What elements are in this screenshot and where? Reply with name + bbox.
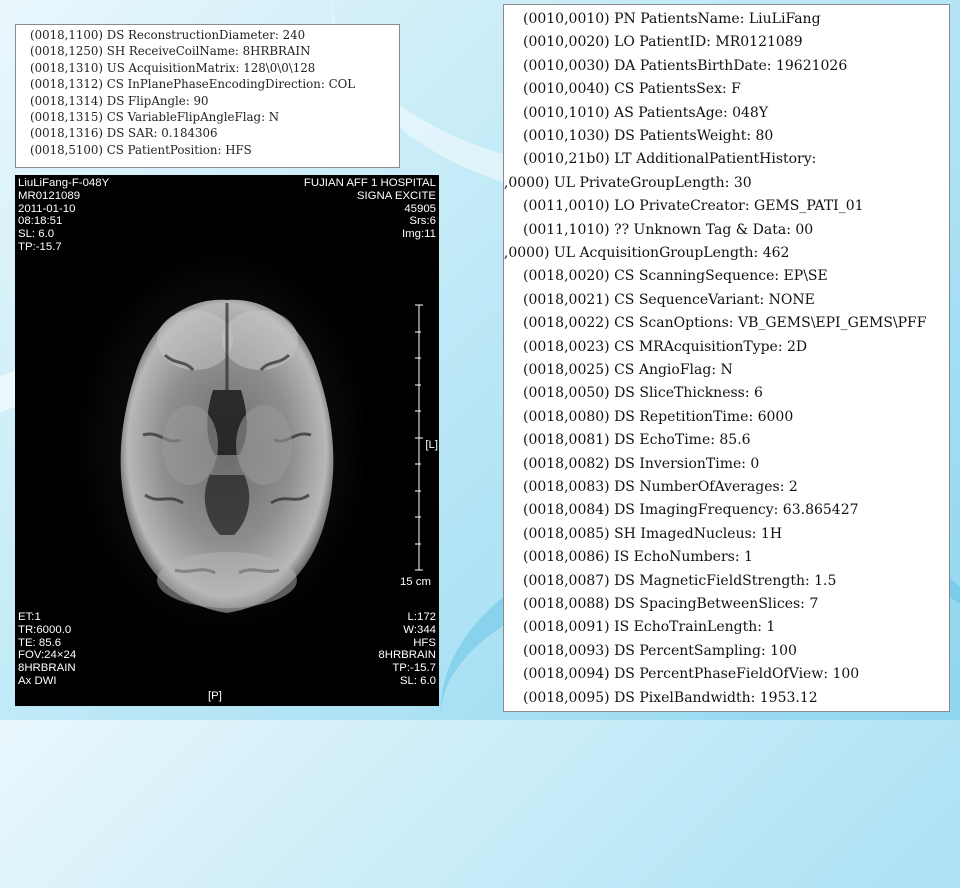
overlay-line: 45905 xyxy=(404,202,436,215)
dicom-tag-line: (0018,0082) DS InversionTime: 0 xyxy=(523,455,760,472)
overlay-line: ET:1 xyxy=(18,611,41,623)
overlay-line: FUJIAN AFF 1 HOSPITAL xyxy=(303,177,436,189)
overlay-line: MR0121089 xyxy=(18,189,81,202)
overlay-line: SL: 6.0 xyxy=(399,674,436,687)
overlay-line: TP:-15.7 xyxy=(392,662,436,675)
dicom-tag-line: (0010,21b0) LT AdditionalPatientHistory: xyxy=(523,151,817,168)
dicom-header-panel-right: (0010,0010) PN PatientsName: LiuLiFang (0… xyxy=(503,4,950,712)
dicom-tag-line: 8,0000) UL AcquisitionGroupLength: 462 xyxy=(503,245,790,261)
scale-label: 15 cm xyxy=(399,576,431,588)
overlay-line: L:172 xyxy=(407,611,436,623)
dicom-tag-line: (0018,1310) US AcquisitionMatrix: 128\0\… xyxy=(30,60,316,75)
dicom-tag-line: (0018,0095) DS PixelBandwidth: 1953.12 xyxy=(523,689,818,706)
dicom-tag-line: (0018,0087) DS MagneticFieldStrength: 1.… xyxy=(523,572,837,589)
dicom-tag-line: (0018,0023) CS MRAcquisitionType: 2D xyxy=(523,338,808,355)
overlay-line: 2011-01-10 xyxy=(18,202,76,215)
overlay-line: FOV:24×24 xyxy=(18,649,77,662)
overlay-line: HFS xyxy=(413,636,436,649)
dicom-tag-line: (0018,0088) DS SpacingBetweenSlices: 7 xyxy=(523,596,819,612)
dicom-tag-line: (0018,0093) DS PercentSampling: 100 xyxy=(523,642,797,659)
dicom-tag-line: (0018,0085) SH ImagedNucleus: 1H xyxy=(523,525,783,542)
overlay-line: 8HRBRAIN xyxy=(378,649,436,662)
dicom-tag-line: (0018,0094) DS PercentPhaseFieldOfView: … xyxy=(523,666,860,683)
dicom-tag-line: (0018,1315) CS VariableFlipAngleFlag: N xyxy=(30,110,280,125)
overlay-line: SL: 6.0 xyxy=(18,228,55,241)
overlay-line: TP:-15.7 xyxy=(18,240,62,253)
overlay-window-info: L:172 W:344 HFS 8HRBRAIN TP:-15.7 SL: 6.0 xyxy=(378,611,436,688)
dicom-tag-line: (0018,0086) IS EchoNumbers: 1 xyxy=(523,549,753,566)
overlay-site-info: FUJIAN AFF 1 HOSPITAL SIGNA EXCITE 45905 Sr… xyxy=(304,177,436,241)
dicom-tag-line: 1,0000) UL PrivateGroupLength: 30 xyxy=(503,174,752,191)
dicom-tag-line: (0018,1250) SH ReceiveCoilName: 8HRBRAIN xyxy=(30,44,311,59)
mri-image-viewer[interactable]: LiuLiFang-F-048Y MR0121089 2011-01-10 08:18… xyxy=(15,175,439,706)
overlay-line: W:344 xyxy=(403,623,436,636)
dicom-tag-line: (0018,0083) DS NumberOfAverages: 2 xyxy=(523,479,798,495)
overlay-patient-info: LiuLiFang-F-048Y MR0121089 2011-01-10 08:18… xyxy=(18,177,109,254)
overlay-line: TE: 85.6 xyxy=(18,636,62,649)
dicom-tag-line: (0018,5100) CS PatientPosition: HFS xyxy=(30,142,252,157)
dicom-tag-line: (0018,0025) CS AngioFlag: N xyxy=(523,362,733,378)
brain-dwi-image xyxy=(15,175,439,706)
dicom-tag-line: (0018,0084) DS ImagingFrequency: 63.8654… xyxy=(523,502,859,519)
dicom-tag-line: (0010,0020) LO PatientID: MR0121089 xyxy=(523,34,803,51)
overlay-line: LiuLiFang-F-048Y xyxy=(18,177,110,189)
dicom-tag-line: (0018,0021) CS SequenceVariant: NONE xyxy=(523,291,815,308)
dicom-tag-line: (0010,0030) DA PatientsBirthDate: 196210… xyxy=(523,57,848,74)
dicom-tag-line: (0010,0040) CS PatientsSex: F xyxy=(523,81,741,98)
dicom-header-panel-top: (0018,1100) DS ReconstructionDiameter: 2… xyxy=(15,24,400,168)
dicom-tag-line: (0018,0050) DS SliceThickness: 6 xyxy=(523,385,763,402)
overlay-line: TR:6000.0 xyxy=(18,623,72,636)
dicom-tag-line: (0018,0020) CS ScanningSequence: EP\SE xyxy=(523,268,828,285)
dicom-tag-line: (0018,0080) DS RepetitionTime: 6000 xyxy=(523,408,794,425)
overlay-line: Ax DWI xyxy=(18,674,57,687)
dicom-tag-line: (0010,1030) DS PatientsWeight: 80 xyxy=(523,128,774,144)
overlay-sequence-info: ET:1 TR:6000.0 TE: 85.6 FOV:24×24 8HRBRAIN Ax… xyxy=(18,611,76,688)
overlay-line: Srs:6 xyxy=(409,215,436,228)
overlay-line: Img:11 xyxy=(402,228,436,241)
dicom-tag-line: (0018,0022) CS ScanOptions: VB_GEMS\EPI_… xyxy=(523,315,927,332)
dicom-tag-line: (0018,1316) DS SAR: 0.184306 xyxy=(30,126,218,141)
orientation-marker-posterior: [P] xyxy=(208,690,222,702)
overlay-line: SIGNA EXCITE xyxy=(356,189,436,202)
dicom-tag-line: (0018,1100) DS ReconstructionDiameter: 2… xyxy=(30,28,306,42)
overlay-line: 08:18:51 xyxy=(18,215,63,228)
dicom-tag-line: (0018,0091) IS EchoTrainLength: 1 xyxy=(523,619,776,636)
orientation-marker-left: [L] xyxy=(425,439,438,451)
dicom-tag-line: (0018,1314) DS FlipAngle: 90 xyxy=(30,93,209,108)
overlay-line: 8HRBRAIN xyxy=(18,662,76,675)
dicom-tag-line: (0010,1010) AS PatientsAge: 048Y xyxy=(523,104,769,121)
dicom-tag-line: (0011,0010) LO PrivateCreator: GEMS_PATI… xyxy=(523,198,864,215)
dicom-tag-line: (0018,1312) CS InPlanePhaseEncodingDirec… xyxy=(30,77,356,92)
dicom-tag-line: (0011,1010) ?? Unknown Tag & Data: 00 xyxy=(523,221,814,238)
dicom-tag-line: (0010,0010) PN PatientsName: LiuLiFang xyxy=(523,11,821,27)
dicom-tag-line: (0018,0081) DS EchoTime: 85.6 xyxy=(523,432,751,449)
